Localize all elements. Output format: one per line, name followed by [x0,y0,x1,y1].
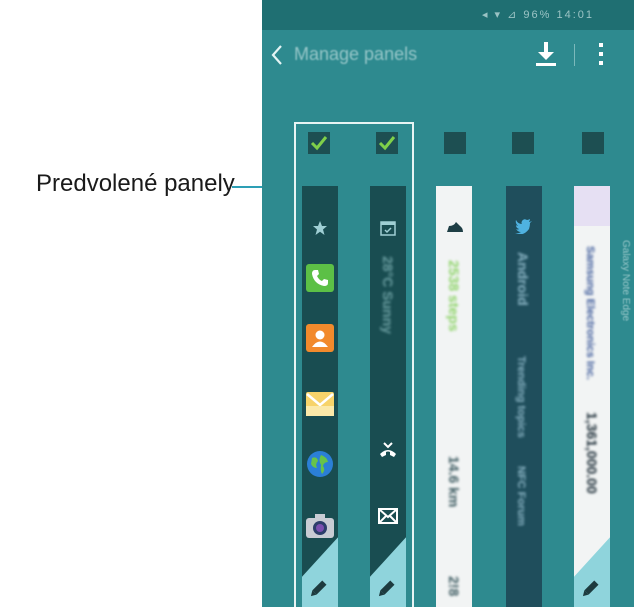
panel-stocks[interactable]: Samsung Electronics Inc. 1,361,000.00 [574,186,610,607]
panel-checkbox-health[interactable] [444,132,466,154]
twitter-text-nfc: NFC Forum [515,466,527,526]
shoe-icon [446,220,464,239]
panel-health[interactable]: 2538 steps 14.6 km 2!8 [436,186,472,607]
stocks-price-text: 1,361,000.00 [584,412,600,494]
download-icon[interactable] [534,40,558,68]
edit-panel-stocks[interactable] [574,535,610,607]
action-bar: Manage panels [262,30,634,80]
distance-text: 14.6 km [446,456,462,508]
twitter-text-topics: Trending topics [515,356,527,438]
action-bar-divider [574,44,575,66]
more-options-icon[interactable] [596,40,606,68]
stocks-company-text: Samsung Electronics Inc. [584,246,596,380]
twitter-text-android: Android [515,252,531,306]
stocks-header [574,186,610,226]
device-side-text: Galaxy Note Edge [620,240,631,322]
default-panels-callout-label: Predvolené panely [36,170,235,197]
panel-checkbox-stocks[interactable] [582,132,604,154]
steps-text: 2538 steps [446,260,462,332]
back-icon[interactable] [270,42,290,68]
status-bar: ◂ ▾ ⊿ 96% 14:01 [262,0,634,30]
panel-checkbox-twitter[interactable] [512,132,534,154]
twitter-bird-icon [515,218,533,239]
page-title: Manage panels [294,44,418,64]
default-panels-highlight [294,122,414,607]
health-bottom-text: 2!8 [446,576,462,597]
panel-twitter[interactable]: Android Trending topics NFC Forum [506,186,542,607]
status-bar-text: ◂ ▾ ⊿ 96% 14:01 [481,9,594,21]
